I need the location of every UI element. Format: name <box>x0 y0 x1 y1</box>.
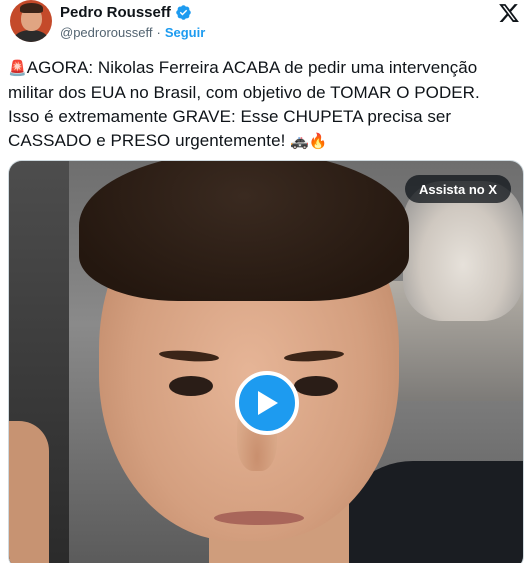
avatar-hair <box>20 3 43 13</box>
tweet-text-line-2: militar dos EUA no Brasil, com objetivo … <box>8 83 480 102</box>
video-person-left-shoulder <box>9 421 49 563</box>
video-person-mouth <box>214 511 304 525</box>
author-handle[interactable]: @pedrorousseff <box>60 25 152 40</box>
author-name[interactable]: Pedro Rousseff <box>60 4 171 21</box>
author-name-row: Pedro Rousseff <box>60 4 192 21</box>
verified-badge-icon <box>176 5 191 20</box>
avatar-shirt <box>14 30 48 42</box>
watch-on-x-button[interactable]: Assista no X <box>404 175 511 203</box>
video-person-hair <box>79 161 409 301</box>
avatar[interactable] <box>10 0 52 42</box>
play-icon <box>258 391 278 415</box>
play-button[interactable] <box>235 371 299 435</box>
tweet-text: 🚨AGORA: Nikolas Ferreira ACABA de pedir … <box>8 56 520 154</box>
tweet-text-line-4: CASSADO e PRESO urgentemente! <box>8 131 286 150</box>
video-player[interactable]: Assista no X <box>8 160 524 563</box>
tweet-text-line-3: Isso é extremamente GRAVE: Esse CHUPETA … <box>8 107 452 126</box>
police-car-fire-emoji: 🚓🔥 <box>290 133 328 150</box>
video-person-right-eye <box>294 376 338 396</box>
separator-dot: · <box>156 25 161 40</box>
video-person-left-eye <box>169 376 213 396</box>
x-logo-icon[interactable] <box>498 2 520 24</box>
author-handle-row: @pedrorousseff · Seguir <box>60 25 205 40</box>
siren-emoji: 🚨 <box>8 60 27 77</box>
tweet-text-line-1: AGORA: Nikolas Ferreira ACABA de pedir u… <box>26 58 478 77</box>
follow-button[interactable]: Seguir <box>165 25 205 40</box>
tweet-header: Pedro Rousseff @pedrorousseff · Seguir <box>10 0 520 48</box>
